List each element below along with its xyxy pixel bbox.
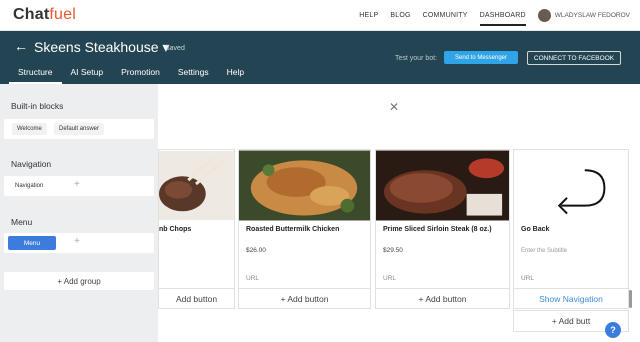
nav-blog[interactable]: BLOG [390,12,410,19]
test-bot-label: Test your bot: [395,55,438,62]
tab-help[interactable]: Help [218,67,253,84]
connect-facebook-button[interactable]: CONNECT TO FACEBOOK [527,51,621,65]
tab-settings[interactable]: Settings [169,67,218,84]
gallery-card: Prime Sliced Sirloin Steak (8 oz.) $29.5… [375,149,510,309]
block-welcome[interactable]: Welcome [12,123,47,135]
steak-photo [376,150,509,221]
card-title[interactable]: Go Back [521,226,549,233]
nav-help[interactable]: HELP [359,12,378,19]
card-subtitle[interactable]: $29.50 [383,247,403,254]
chatfuel-logo[interactable]: Chatfuel [13,6,76,24]
card-subtitle[interactable]: $26.00 [246,247,266,254]
block-menu[interactable]: Menu [8,236,56,250]
top-nav: HELP BLOG COMMUNITY DASHBOARD WLADYSLAW … [359,0,640,31]
add-button[interactable]: + Add button [239,288,370,309]
back-arrow-icon[interactable]: ← [14,38,28,54]
card-subtitle[interactable]: Enter the Subtitle [521,248,567,254]
scrollbar[interactable] [629,290,632,308]
add-block-plus-icon[interactable]: + [74,179,80,190]
card-url[interactable]: URL [246,275,259,282]
gallery-card: Roasted Buttermilk Chicken $26.00 URL + … [238,149,371,309]
tab-structure[interactable]: Structure [9,67,62,84]
block-navigation[interactable]: Navigation [10,180,49,192]
help-chat-icon[interactable]: ? [605,322,621,338]
blocks-sidebar: Built-in blocks Welcome Default answer N… [0,84,158,342]
user-menu[interactable]: WLADYSLAW FEDOROV [537,9,630,22]
tab-promotion[interactable]: Promotion [112,67,169,84]
card-title[interactable]: Roasted Buttermilk Chicken [246,226,339,233]
show-navigation-button[interactable]: Show Navigation [514,288,628,309]
chicken-photo [239,150,370,221]
navigation-group-title[interactable]: Navigation [11,159,51,169]
user-name: WLADYSLAW FEDOROV [554,12,630,19]
bot-name-dropdown[interactable]: Skeens Steakhouse ▾ [34,39,169,56]
add-button[interactable]: + Add button [376,288,509,309]
top-bar: Chatfuel HELP BLOG COMMUNITY DASHBOARD W… [0,0,640,31]
card-title: nb Chops [159,226,192,233]
close-icon[interactable]: ✕ [389,100,399,114]
builtin-blocks-group: Welcome Default answer [4,119,154,139]
builtin-blocks-title: Built-in blocks [11,101,64,111]
return-arrow-icon [514,150,628,221]
main-tabs: Structure AI Setup Promotion Settings He… [0,67,253,84]
block-default-answer[interactable]: Default answer [54,123,105,135]
add-block-plus-icon[interactable]: + [74,236,80,247]
nav-dashboard[interactable]: DASHBOARD [479,12,526,26]
navigation-group: Navigation + [4,176,154,196]
card-title[interactable]: Prime Sliced Sirloin Steak (8 oz.) [383,226,492,233]
menu-group: Menu + [4,233,154,253]
saved-status: Saved [165,45,185,52]
card-url[interactable]: URL [383,275,396,282]
lamb-chops-photo [159,150,234,221]
avatar [537,9,551,22]
menu-group-title[interactable]: Menu [11,217,32,227]
add-group-button[interactable]: + Add group [4,272,154,290]
gallery-card: Go Back Enter the Subtitle URL Show Navi… [513,149,629,309]
nav-community[interactable]: COMMUNITY [423,12,468,19]
gallery-card: nb Chops Add button [158,149,235,309]
card-url[interactable]: URL [521,275,534,282]
send-to-messenger-button[interactable]: Send to Messenger [444,51,518,64]
add-button[interactable]: Add button [159,288,234,309]
tab-ai-setup[interactable]: AI Setup [62,67,113,84]
